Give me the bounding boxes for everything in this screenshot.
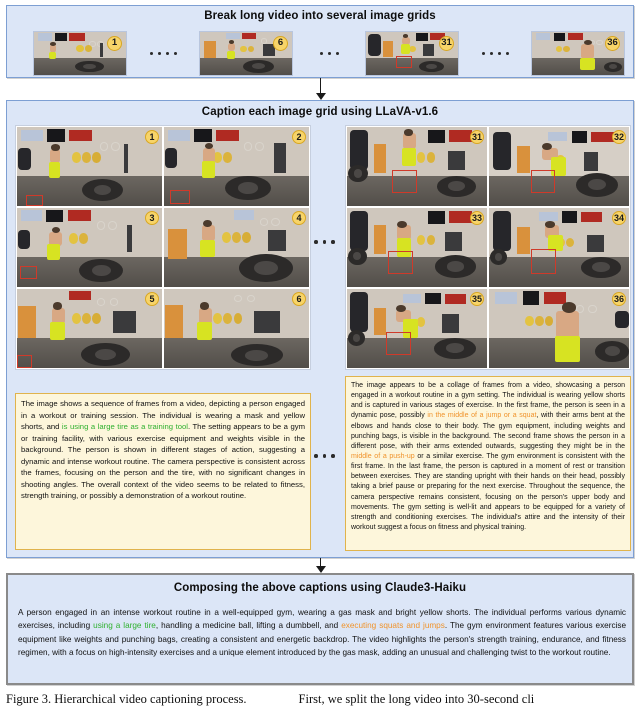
grid-number-badge: 1 (145, 130, 159, 144)
gym-scene-photo (347, 127, 487, 206)
grid-cell[interactable]: 5 (17, 289, 162, 368)
grid-cell[interactable]: 4 (164, 208, 309, 287)
caption-highlight-green: is using a large tire as a training tool (61, 422, 188, 432)
grid-number-badge: 33 (470, 211, 484, 225)
grid-cell[interactable]: 36 (489, 289, 629, 368)
frame-number-badge: 1 (107, 35, 122, 51)
figure-caption-left: Figure 3. Hierarchical video captioning … (6, 692, 247, 706)
caption-text-segment: or a similar exercise. The gym environme… (351, 452, 625, 531)
figure-caption: Figure 3. Hierarchical video captioning … (6, 692, 634, 707)
filmstrip-ellipsis-2 (293, 51, 365, 55)
composed-highlight-green: using a large tire (93, 621, 156, 631)
stage-panel-caption-grids: Caption each image grid using LLaVA-v1.6 (6, 100, 634, 558)
image-grid-right: 31 32 33 34 35 36 (345, 125, 631, 370)
grid-cell[interactable]: 3 (17, 208, 162, 287)
stage-panel-compose: Composing the above captions using Claud… (6, 573, 634, 685)
figure-root: Break long video into several image grid… (0, 0, 640, 710)
captions-ellipsis (314, 454, 335, 458)
caption-highlight-orange: middle of a push-up (351, 452, 415, 460)
grid-cell[interactable]: 32 (489, 127, 629, 206)
filmstrip-ellipsis-1 (127, 51, 199, 55)
gym-scene-photo (489, 208, 629, 287)
stage-title-compose: Composing the above captions using Claud… (173, 582, 467, 594)
composed-highlight-orange: executing squats and jumps (341, 621, 445, 631)
composed-text-segment: , handling a medicine ball, lifting a du… (155, 621, 342, 631)
frame-number-badge: 6 (273, 35, 288, 51)
flow-arrow-caption-to-compose (315, 558, 326, 573)
grid-number-badge: 6 (292, 292, 306, 306)
grids-ellipsis (314, 240, 335, 244)
stage-panel-split-video: Break long video into several image grid… (6, 5, 634, 78)
video-frame-thumbnail[interactable]: 1 (33, 30, 127, 76)
caption-box-left: The image shows a sequence of frames fro… (15, 393, 311, 550)
filmstrip-frame-6[interactable]: 6 (199, 30, 293, 76)
filmstrip-ellipsis-3 (459, 51, 531, 55)
frame-number-badge: 31 (439, 35, 454, 51)
caption-text-segment: . The setting appears to be a gym or tra… (21, 422, 305, 501)
grid-cell[interactable]: 35 (347, 289, 487, 368)
caption-highlight-orange: in the middle of a jump or a squat (427, 412, 537, 420)
grid-number-badge: 32 (612, 130, 626, 144)
gym-scene-photo (17, 208, 162, 287)
grid-number-badge: 36 (612, 292, 626, 306)
filmstrip-row: 1 6 31 36 (7, 29, 633, 77)
gym-scene-photo (489, 127, 629, 206)
grid-number-badge: 34 (612, 211, 626, 225)
flow-arrow-split-to-caption (315, 78, 326, 100)
gym-scene-photo (17, 127, 162, 206)
filmstrip-frame-31[interactable]: 31 (365, 30, 459, 76)
stage-title-caption-grids: Caption each image grid using LLaVA-v1.6 (201, 106, 439, 118)
grid-number-badge: 35 (470, 292, 484, 306)
frame-number-badge: 36 (605, 35, 620, 51)
gym-scene-photo (17, 289, 162, 368)
composed-caption-text: A person engaged in an intense workout r… (18, 606, 626, 659)
grid-number-badge: 3 (145, 211, 159, 225)
gym-scene-photo (164, 127, 309, 206)
gym-scene-photo (489, 289, 629, 368)
grid-number-badge: 5 (145, 292, 159, 306)
grid-cell[interactable]: 6 (164, 289, 309, 368)
caption-box-right: The image appears to be a collage of fra… (345, 376, 631, 551)
gym-scene-photo (164, 289, 309, 368)
grid-cell[interactable]: 34 (489, 208, 629, 287)
grid-number-badge: 31 (470, 130, 484, 144)
image-grid-cells: 31 32 33 34 35 36 (345, 125, 631, 370)
grid-cell[interactable]: 31 (347, 127, 487, 206)
image-grid-cells: 1 2 3 4 5 6 (15, 125, 311, 370)
grid-cell[interactable]: 2 (164, 127, 309, 206)
grid-cell[interactable]: 1 (17, 127, 162, 206)
video-frame-thumbnail[interactable]: 36 (531, 30, 625, 76)
video-frame-thumbnail[interactable]: 6 (199, 30, 293, 76)
gym-scene-photo (347, 208, 487, 287)
image-grid-left: 1 2 3 4 5 6 (15, 125, 311, 370)
filmstrip-frame-1[interactable]: 1 (33, 30, 127, 76)
gym-scene-photo (164, 208, 309, 287)
gym-scene-photo (347, 289, 487, 368)
video-frame-thumbnail[interactable]: 31 (365, 30, 459, 76)
grid-cell[interactable]: 33 (347, 208, 487, 287)
stage-title-split-video: Break long video into several image grid… (204, 10, 436, 22)
filmstrip-frame-36[interactable]: 36 (531, 30, 625, 76)
grid-number-badge: 4 (292, 211, 306, 225)
figure-caption-right: First, we split the long video into 30-s… (298, 692, 535, 706)
grid-number-badge: 2 (292, 130, 306, 144)
